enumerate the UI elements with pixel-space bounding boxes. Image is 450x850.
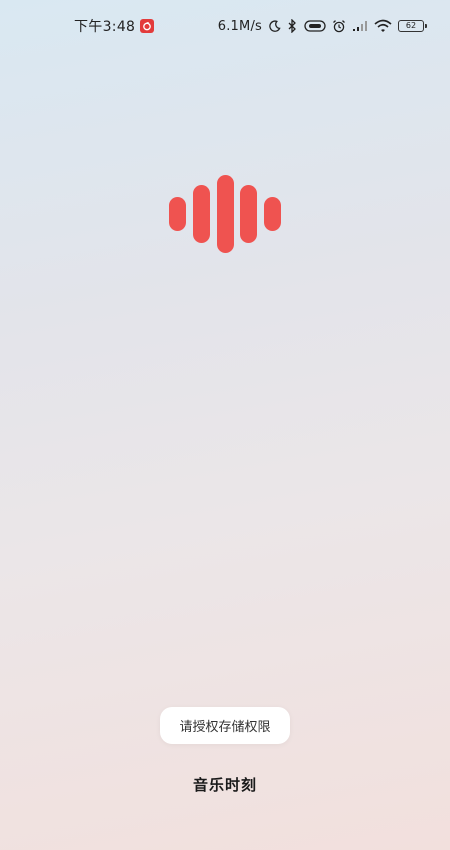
logo-bar [240,185,258,243]
alarm-icon [332,18,346,34]
battery-indicator: 62 [398,20,427,32]
status-right: 6.1M/s 62 [217,18,427,34]
permission-toast: 请授权存储权限 [160,707,290,744]
logo-bar [192,185,210,243]
bluetooth-icon [287,18,298,34]
status-time: 下午3:48 [74,19,136,35]
wifi-icon [374,18,392,34]
sound-wave-logo-icon [169,174,281,254]
status-left: 下午3:48 [74,16,155,36]
netease-music-icon [140,19,155,33]
network-speed: 6.1M/s [217,18,262,34]
logo-bar [169,197,186,231]
signal-icon [352,18,368,34]
status-bar: 下午3:48 6.1M/s 62 [0,0,450,52]
logo-bar [264,197,281,231]
moon-icon [268,18,281,34]
hd-volte-icon [304,18,326,34]
app-name: 音乐时刻 [192,776,257,794]
logo-bar [216,175,234,253]
